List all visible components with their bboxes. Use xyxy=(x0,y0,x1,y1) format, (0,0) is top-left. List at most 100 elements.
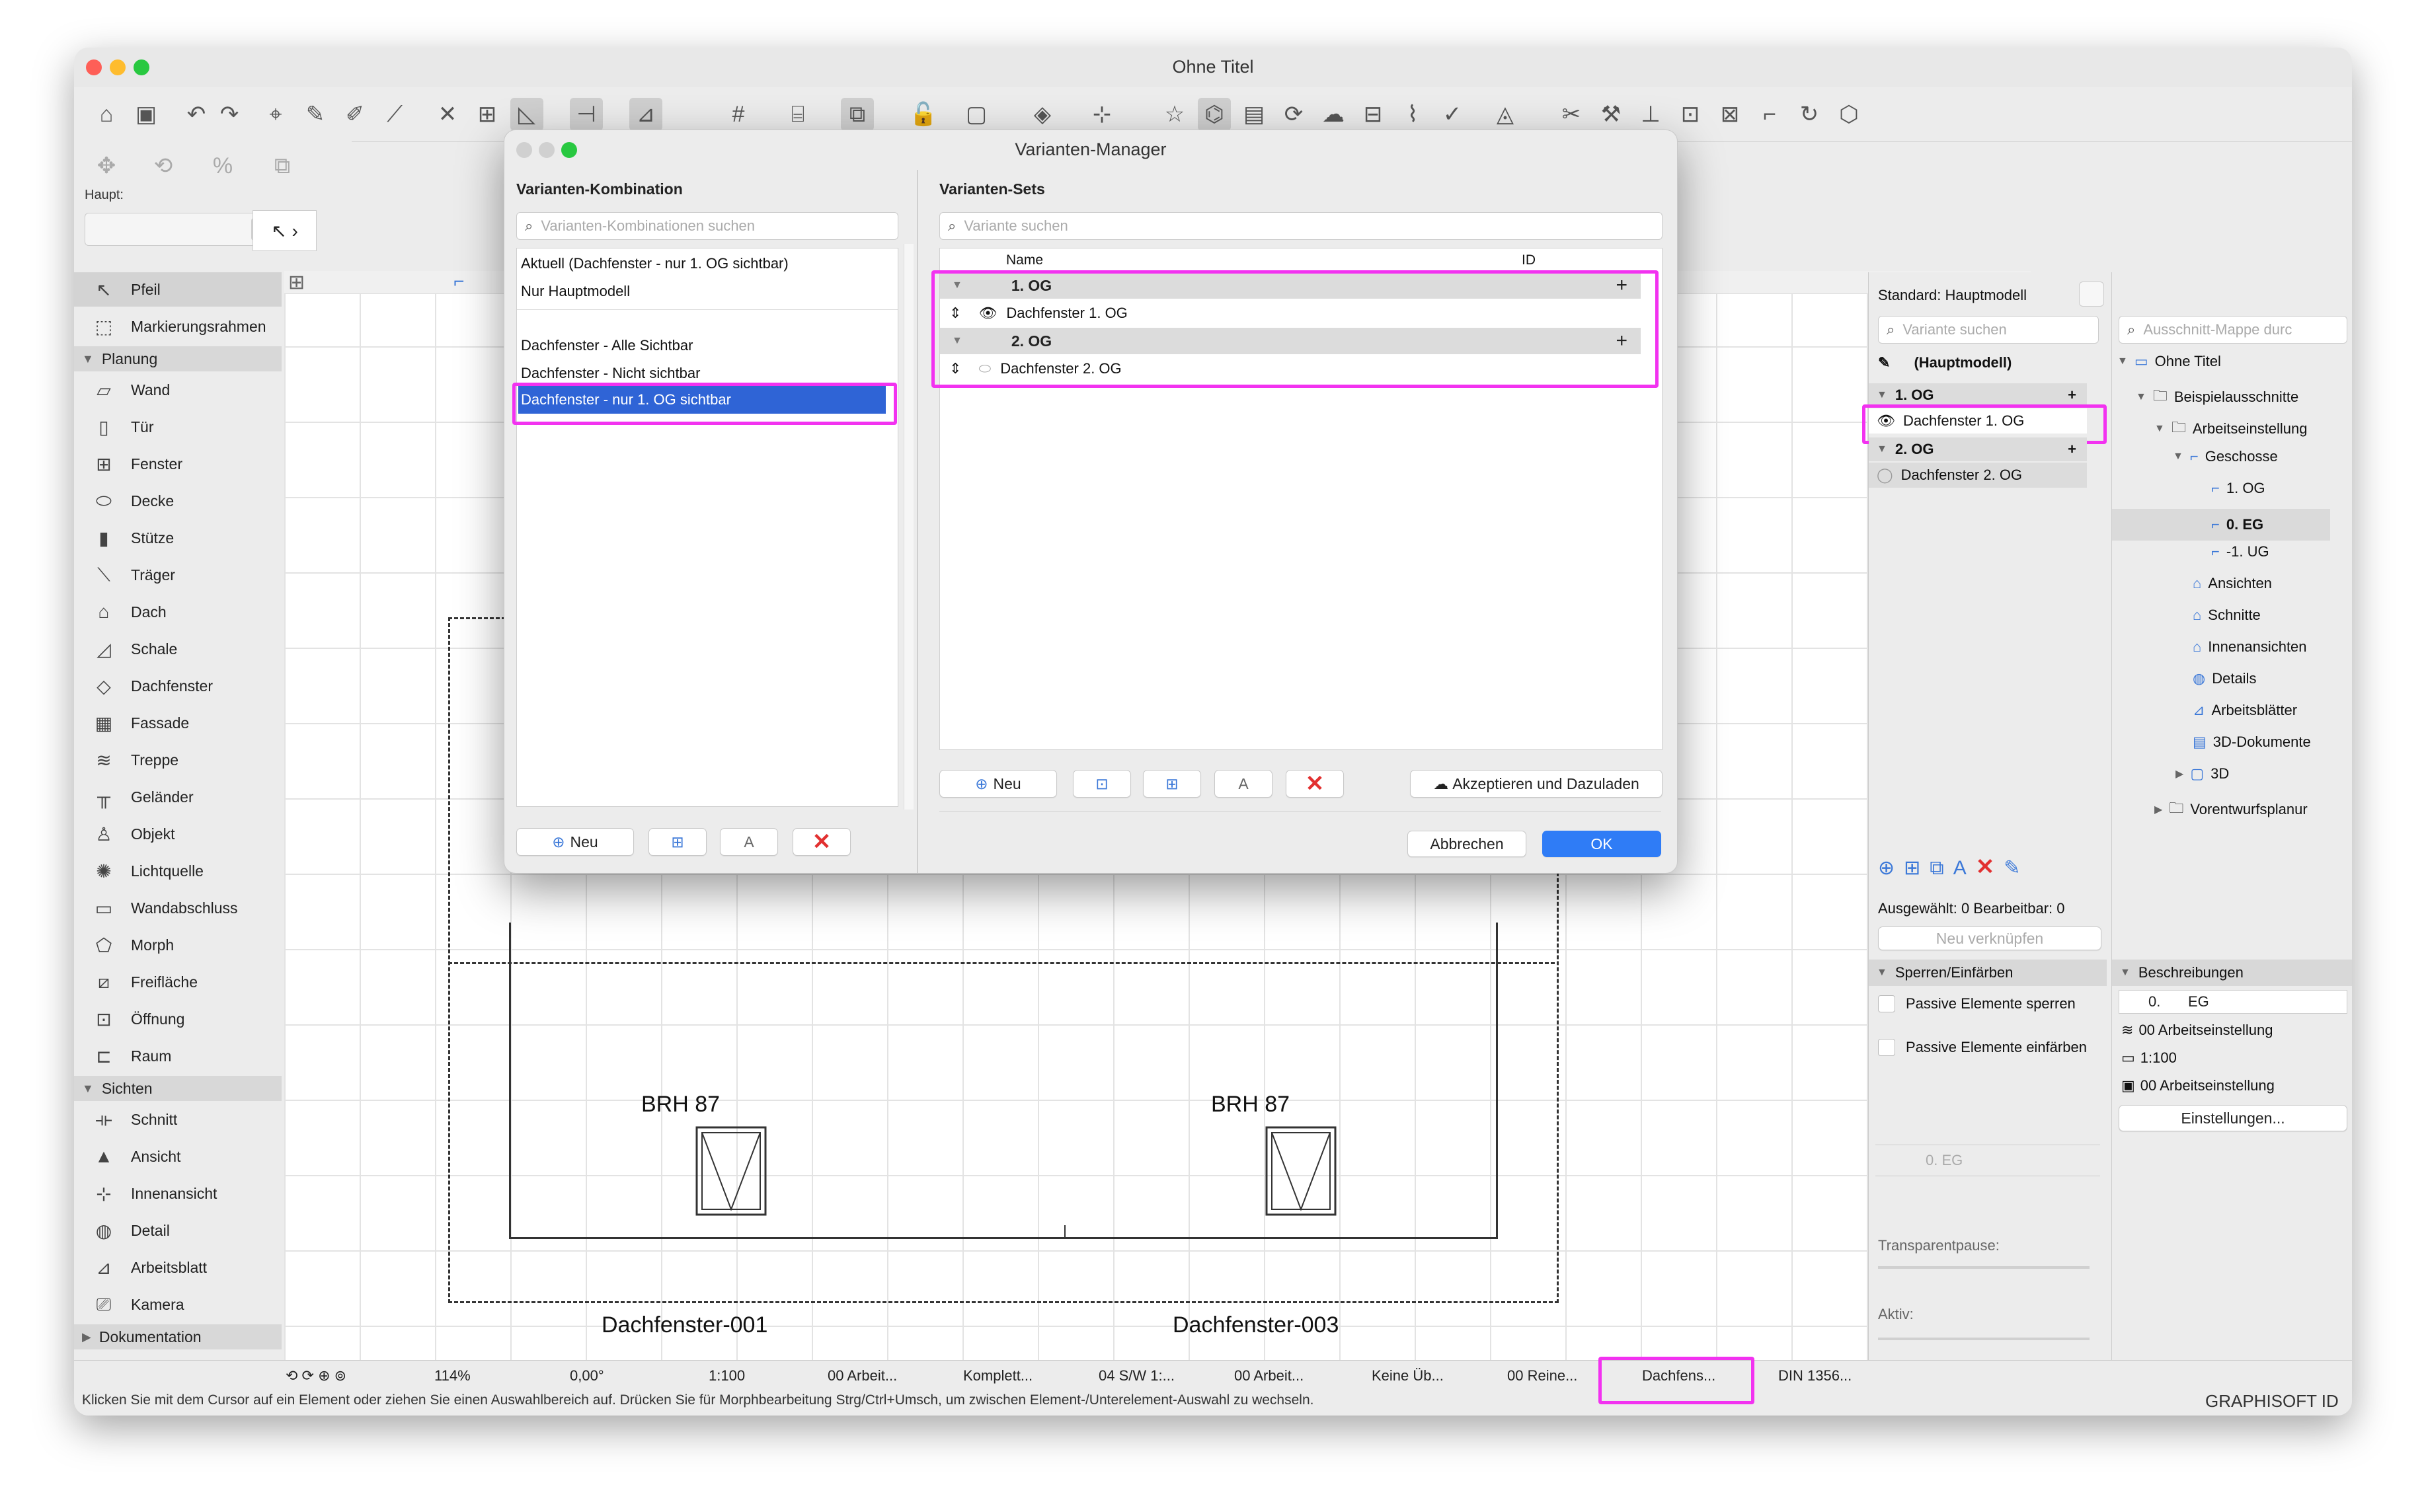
snap-points-icon[interactable]: ⊿ xyxy=(629,98,662,131)
hierarchy-icon[interactable]: ⊹ xyxy=(1085,98,1118,131)
group-row-2[interactable]: ▼ 2. OG + xyxy=(1869,437,2087,461)
tool-raum[interactable]: ⊏ Raum xyxy=(74,1039,282,1073)
design-options-icon[interactable] xyxy=(2079,282,2104,307)
design-options-icon[interactable]: ⌬ xyxy=(1198,98,1231,131)
combo-item-current[interactable]: Aktuell (Dachfenster - nur 1. OG sichtba… xyxy=(521,255,789,272)
view-status[interactable]: 00 Arbeit... xyxy=(1234,1365,1304,1387)
graphisoft-id-label[interactable]: GRAPHISOFT ID xyxy=(2205,1391,2339,1412)
palette-action-icons[interactable]: ⊕⊞⧉A✕✎ xyxy=(1878,854,2096,880)
lock-section-header[interactable]: ▼ Sperren/Einfärben xyxy=(1869,960,2107,986)
rename-combination-button[interactable]: A xyxy=(720,828,778,856)
measure-icon[interactable]: ⊞ xyxy=(471,98,504,131)
tool-kamera[interactable]: ⎚ Kamera xyxy=(74,1287,282,1322)
tool-arbeitsblatt[interactable]: ⊿ Arbeitsblatt xyxy=(74,1250,282,1285)
angle-value[interactable]: 0,00° xyxy=(570,1365,604,1387)
description-fields[interactable]: 0. EG xyxy=(2119,990,2347,1014)
new-variant-button[interactable]: ⊕ Neu xyxy=(939,770,1057,798)
scale-value[interactable]: 1:100 xyxy=(709,1365,745,1387)
tree-item-12[interactable]: ▤ 3D-Dokumente xyxy=(2193,734,2311,751)
save-icon[interactable]: ▣ xyxy=(130,98,163,131)
delete-variant-button[interactable]: ✕ xyxy=(1286,770,1344,798)
tool-innenansicht[interactable]: ⊹ Innenansicht xyxy=(74,1176,282,1211)
tool-detail[interactable]: ◍ Detail xyxy=(74,1213,282,1248)
combo-item-not-visible[interactable]: Dachfenster - Nicht sichtbar xyxy=(521,365,700,382)
guide-lines-icon[interactable]: ◺ xyxy=(510,98,543,131)
tool-wandabschluss[interactable]: ▭ Wandabschluss xyxy=(74,891,282,925)
tool-treppe[interactable]: ≋ Treppe xyxy=(74,743,282,777)
floor-plan-tab-icon[interactable]: ⌐ xyxy=(453,271,464,292)
rename-variant-button[interactable]: A xyxy=(1214,770,1272,798)
tree-item-13[interactable]: ▶ ▢ 3D xyxy=(2175,765,2229,782)
layers-icon[interactable]: ▢ xyxy=(960,98,993,131)
tool-objekt[interactable]: ♙ Objekt xyxy=(74,817,282,851)
corner-icon[interactable]: ⌐ xyxy=(1753,98,1786,131)
tool-markierungsrahmen[interactable]: ⬚ Markierungsrahmen xyxy=(74,309,282,344)
tool-wand[interactable]: ▱ Wand xyxy=(74,373,282,407)
view-search-input[interactable]: ⌕ Ausschnitt-Mappe durc xyxy=(2119,316,2347,344)
snap-guides-icon[interactable]: ⊣ xyxy=(570,98,603,131)
tag-icon[interactable]: ⌇ xyxy=(1396,98,1429,131)
favorites-icon[interactable]: ☆ xyxy=(1158,98,1191,131)
layer-combo-status[interactable]: 00 Arbeit... xyxy=(828,1365,897,1387)
polygon-icon[interactable]: ⬡ xyxy=(1832,98,1865,131)
hidden-eye-icon[interactable]: ◯ xyxy=(1877,467,1893,484)
eyedropper-icon[interactable]: ✎ xyxy=(299,98,332,131)
section-sichten[interactable]: ▼ Sichten xyxy=(74,1076,282,1101)
tool-morph[interactable]: ⬠ Morph xyxy=(74,928,282,962)
publish-icon[interactable]: ☁ xyxy=(1317,98,1350,131)
tool-dach[interactable]: ⌂ Dach xyxy=(74,595,282,629)
panel-splitter[interactable] xyxy=(917,170,918,873)
tool-traeger[interactable]: ⟍ Träger xyxy=(74,558,282,592)
variant-search-field[interactable]: ⌕ Variante suchen xyxy=(939,212,1663,240)
tool-gelaender[interactable]: ╥ Geländer xyxy=(74,780,282,814)
work-plane-icon[interactable]: ⌸ xyxy=(781,98,814,131)
model-view-status[interactable]: 04 S/W 1:... xyxy=(1099,1365,1175,1387)
column-name-header[interactable]: Name xyxy=(1006,252,1043,268)
grid-view-icon[interactable]: ⊞ xyxy=(288,271,305,294)
renovation-status[interactable]: 00 Reine... xyxy=(1507,1365,1577,1387)
tool-pfeil[interactable]: ↖ Pfeil xyxy=(74,272,282,307)
undo-icon[interactable]: ↶ xyxy=(180,98,213,131)
magic-wand-icon[interactable]: ⟋ xyxy=(378,98,411,131)
schedule-icon[interactable]: ⊟ xyxy=(1356,98,1389,131)
transparency-slider[interactable] xyxy=(1878,1266,2090,1269)
tool-decke[interactable]: ⬭ Decke xyxy=(74,484,282,518)
tree-item-7[interactable]: ⌂ Ansichten xyxy=(2193,575,2272,592)
tree-item-6[interactable]: ⌐ -1. UG xyxy=(2211,543,2269,560)
combo-item-main-model[interactable]: Nur Hauptmodell xyxy=(521,283,630,300)
lock-passive-checkbox[interactable]: Passive Elemente sperren xyxy=(1878,995,2076,1012)
ok-button[interactable]: OK xyxy=(1542,831,1661,857)
plus-icon[interactable]: + xyxy=(2068,441,2076,458)
tool-tuer[interactable]: ▯ Tür xyxy=(74,410,282,444)
check-icon[interactable]: ✓ xyxy=(1436,98,1469,131)
tree-item-10[interactable]: ◍ Details xyxy=(2193,670,2256,687)
tree-item-5[interactable]: ⌐ 0. EG xyxy=(2112,509,2330,541)
offset-icon[interactable]: % xyxy=(206,149,239,182)
grid-icon[interactable]: # xyxy=(722,98,755,131)
descriptions-section-header[interactable]: ▼ Beschreibungen xyxy=(2112,960,2352,986)
tree-item-8[interactable]: ⌂ Schnitte xyxy=(2193,607,2261,624)
plus-icon[interactable]: + xyxy=(2068,387,2076,404)
syringe-icon[interactable]: ✐ xyxy=(338,98,372,131)
skylight-symbol-1[interactable] xyxy=(695,1126,767,1216)
skylight-symbol-2[interactable] xyxy=(1265,1126,1337,1216)
hammer-icon[interactable]: ⚒ xyxy=(1594,98,1627,131)
cancel-button[interactable]: Abbrechen xyxy=(1407,831,1526,857)
zoom-controls-icon[interactable]: ⟲ ⟳ ⊕ ⊚ xyxy=(286,1365,346,1387)
checkbox[interactable] xyxy=(1878,1039,1895,1056)
variant-row-2[interactable]: ◯ Dachfenster 2. OG xyxy=(1869,463,2087,488)
redo-icon[interactable]: ↷ xyxy=(213,98,246,131)
move-icon[interactable]: ✥ xyxy=(90,149,123,182)
suspend-groups-icon[interactable]: ⧉ xyxy=(841,98,874,131)
duplicate-icon[interactable]: ⧉ xyxy=(266,149,299,182)
delete-combination-button[interactable]: ✕ xyxy=(793,828,851,856)
tool-freiflaeche[interactable]: ⧄ Freifläche xyxy=(74,965,282,999)
arrow-select-icon[interactable]: ↖ › xyxy=(253,210,317,251)
lock-icon[interactable]: 🔓 xyxy=(907,98,940,131)
variant-from-selection-button[interactable]: ⊡ xyxy=(1073,770,1131,798)
tool-lichtquelle[interactable]: ✺ Lichtquelle xyxy=(74,854,282,888)
shape-icon[interactable]: ◬ xyxy=(1489,98,1522,131)
combination-search-input[interactable]: ⌕ Varianten-Kombinationen suchen xyxy=(516,212,898,240)
accept-and-load-button[interactable]: ☁ Akzeptieren und Dazuladen xyxy=(1410,770,1663,798)
pen-set-status[interactable]: Komplett... xyxy=(963,1365,1033,1387)
